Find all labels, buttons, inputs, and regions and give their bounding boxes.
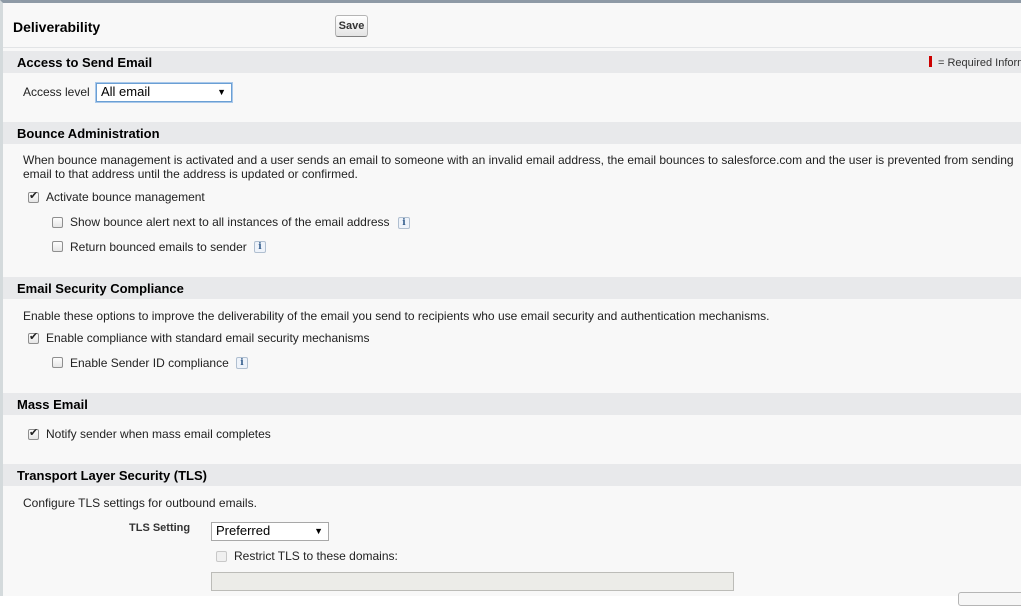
show-bounce-alert-label: Show bounce alert next to all instances … — [70, 215, 390, 229]
chevron-down-icon: ▼ — [314, 526, 323, 536]
section-mass-email: Mass Email — [3, 393, 1021, 415]
notify-sender-checkbox[interactable]: ✔ — [28, 427, 39, 440]
section-email-security-compliance: Email Security Compliance — [3, 277, 1021, 299]
tls-description: Configure TLS settings for outbound emai… — [23, 496, 257, 510]
section-heading: Access to Send Email — [17, 55, 153, 70]
section-heading: Transport Layer Security (TLS) — [17, 468, 207, 483]
section-heading: Bounce Administration — [17, 126, 160, 141]
restrict-tls-label: Restrict TLS to these domains: — [234, 549, 398, 563]
standard-security-label: Enable compliance with standard email se… — [46, 331, 370, 345]
required-marker-icon — [929, 56, 932, 67]
notify-sender-label: Notify sender when mass email completes — [46, 427, 271, 441]
standard-security-checkbox[interactable]: ✔ — [28, 331, 39, 344]
bottom-button-edge[interactable] — [958, 592, 1021, 606]
tls-domains-input[interactable] — [211, 572, 734, 591]
section-tls: Transport Layer Security (TLS) — [3, 464, 1021, 486]
return-bounced-label: Return bounced emails to sender — [70, 240, 247, 254]
show-bounce-alert-checkbox[interactable] — [52, 217, 63, 228]
section-access-to-send-email: Access to Send Email = Required Informat… — [3, 51, 1021, 73]
info-icon[interactable]: i — [254, 241, 266, 253]
required-legend: = Required Information — [929, 56, 1021, 69]
bounce-description: When bounce management is activated and … — [23, 153, 1014, 181]
return-bounced-checkbox[interactable] — [52, 241, 63, 252]
activate-bounce-label: Activate bounce management — [46, 190, 205, 204]
section-heading: Mass Email — [17, 397, 88, 412]
check-icon: ✔ — [29, 190, 39, 202]
chevron-down-icon: ▼ — [217, 87, 226, 97]
sender-id-label: Enable Sender ID compliance — [70, 356, 229, 370]
access-level-select[interactable]: All email ▼ — [96, 83, 232, 102]
access-level-label: Access level — [23, 85, 90, 99]
activate-bounce-checkbox[interactable]: ✔ — [28, 190, 39, 203]
page-title: Deliverability — [13, 19, 101, 35]
page-header: Deliverability Save — [3, 3, 1021, 48]
access-level-value: All email — [101, 84, 151, 99]
info-icon[interactable]: i — [398, 217, 410, 229]
section-bounce-administration: Bounce Administration — [3, 122, 1021, 144]
tls-setting-label: TLS Setting — [129, 522, 191, 534]
security-description: Enable these options to improve the deli… — [23, 309, 770, 323]
section-heading: Email Security Compliance — [17, 281, 184, 296]
tls-setting-value: Preferred — [216, 523, 271, 538]
sender-id-checkbox[interactable] — [52, 357, 63, 368]
restrict-tls-checkbox[interactable] — [216, 551, 227, 562]
check-icon: ✔ — [29, 427, 39, 439]
info-icon[interactable]: i — [236, 357, 248, 369]
tls-setting-select[interactable]: Preferred ▼ — [211, 522, 329, 541]
check-icon: ✔ — [29, 331, 39, 343]
save-button[interactable]: Save — [335, 15, 368, 37]
